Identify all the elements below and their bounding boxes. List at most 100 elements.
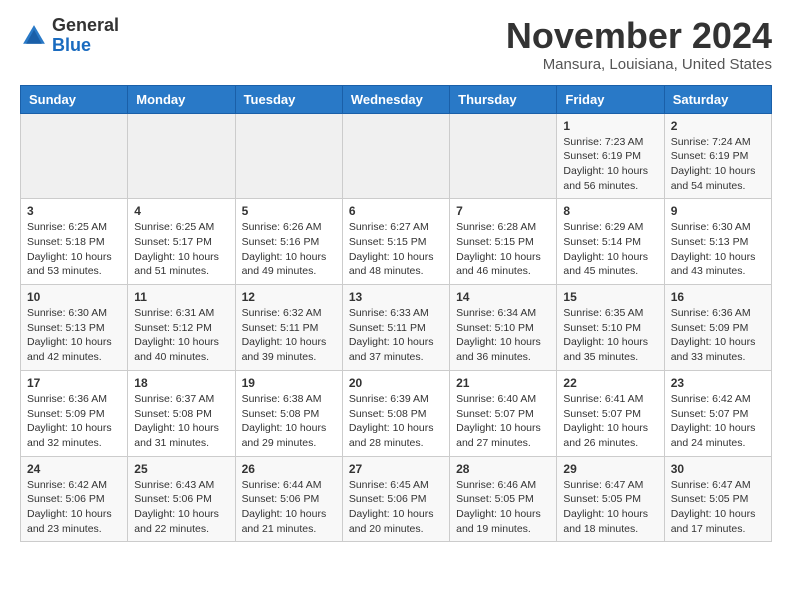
- day-number: 17: [27, 376, 121, 390]
- calendar-cell: [21, 113, 128, 199]
- day-number: 7: [456, 204, 550, 218]
- day-number: 4: [134, 204, 228, 218]
- day-info: Sunrise: 6:38 AM Sunset: 5:08 PM Dayligh…: [242, 392, 336, 451]
- calendar-cell: 25Sunrise: 6:43 AM Sunset: 5:06 PM Dayli…: [128, 456, 235, 542]
- day-number: 28: [456, 462, 550, 476]
- day-info: Sunrise: 6:32 AM Sunset: 5:11 PM Dayligh…: [242, 306, 336, 365]
- location: Mansura, Louisiana, United States: [506, 56, 772, 73]
- calendar-header-monday: Monday: [128, 85, 235, 113]
- logo-icon: [20, 22, 48, 50]
- day-info: Sunrise: 6:29 AM Sunset: 5:14 PM Dayligh…: [563, 220, 657, 279]
- calendar-cell: 9Sunrise: 6:30 AM Sunset: 5:13 PM Daylig…: [664, 199, 771, 285]
- day-number: 13: [349, 290, 443, 304]
- day-info: Sunrise: 6:44 AM Sunset: 5:06 PM Dayligh…: [242, 478, 336, 537]
- day-info: Sunrise: 6:27 AM Sunset: 5:15 PM Dayligh…: [349, 220, 443, 279]
- calendar-cell: 12 Sunrise: 6:32 AM Sunset: 5:11 PM Dayli…: [235, 285, 342, 371]
- calendar-header-friday: Friday: [557, 85, 664, 113]
- day-number: 14: [456, 290, 550, 304]
- calendar-cell: 18 Sunrise: 6:37 AM Sunset: 5:08 PM Dayli…: [128, 370, 235, 456]
- day-info: Sunrise: 7:24 AM Sunset: 6:19 PM Dayligh…: [671, 135, 765, 194]
- calendar-cell: 5Sunrise: 6:26 AM Sunset: 5:16 PM Daylig…: [235, 199, 342, 285]
- calendar-cell: [450, 113, 557, 199]
- day-number: 15: [563, 290, 657, 304]
- day-number: 21: [456, 376, 550, 390]
- calendar-cell: 7Sunrise: 6:28 AM Sunset: 5:15 PM Daylig…: [450, 199, 557, 285]
- calendar-cell: 13Sunrise: 6:33 AM Sunset: 5:11 PM Dayli…: [342, 285, 449, 371]
- day-number: 8: [563, 204, 657, 218]
- month-title: November 2024: [506, 16, 772, 56]
- title-section: November 2024 Mansura, Louisiana, United…: [506, 16, 772, 73]
- logo-blue: Blue: [52, 36, 119, 56]
- calendar-cell: 23 Sunrise: 6:42 AM Sunset: 5:07 PM Dayli…: [664, 370, 771, 456]
- day-number: 18: [134, 376, 228, 390]
- day-number: 29: [563, 462, 657, 476]
- day-info: Sunrise: 6:25 AM Sunset: 5:18 PM Dayligh…: [27, 220, 121, 279]
- day-number: 30: [671, 462, 765, 476]
- calendar-cell: 11 Sunrise: 6:31 AM Sunset: 5:12 PM Dayli…: [128, 285, 235, 371]
- header: General Blue November 2024 Mansura, Loui…: [20, 16, 772, 73]
- day-number: 26: [242, 462, 336, 476]
- calendar-week-0: 1 Sunrise: 7:23 AM Sunset: 6:19 PM Daylig…: [21, 113, 772, 199]
- day-number: 1: [563, 119, 657, 133]
- day-info: Sunrise: 6:42 AM Sunset: 5:06 PM Dayligh…: [27, 478, 121, 537]
- day-number: 3: [27, 204, 121, 218]
- calendar-cell: 22 Sunrise: 6:41 AM Sunset: 5:07 PM Dayli…: [557, 370, 664, 456]
- day-info: Sunrise: 6:42 AM Sunset: 5:07 PM Dayligh…: [671, 392, 765, 451]
- calendar-header-saturday: Saturday: [664, 85, 771, 113]
- day-number: 20: [349, 376, 443, 390]
- calendar-cell: [235, 113, 342, 199]
- day-info: Sunrise: 6:25 AM Sunset: 5:17 PM Dayligh…: [134, 220, 228, 279]
- calendar-week-3: 17 Sunrise: 6:36 AM Sunset: 5:09 PM Dayli…: [21, 370, 772, 456]
- day-info: Sunrise: 6:45 AM Sunset: 5:06 PM Dayligh…: [349, 478, 443, 537]
- day-number: 5: [242, 204, 336, 218]
- day-info: Sunrise: 6:36 AM Sunset: 5:09 PM Dayligh…: [671, 306, 765, 365]
- day-info: Sunrise: 6:39 AM Sunset: 5:08 PM Dayligh…: [349, 392, 443, 451]
- calendar-cell: 2 Sunrise: 7:24 AM Sunset: 6:19 PM Daylig…: [664, 113, 771, 199]
- calendar-cell: 1 Sunrise: 7:23 AM Sunset: 6:19 PM Daylig…: [557, 113, 664, 199]
- day-info: Sunrise: 6:35 AM Sunset: 5:10 PM Dayligh…: [563, 306, 657, 365]
- calendar-cell: 8 Sunrise: 6:29 AM Sunset: 5:14 PM Daylig…: [557, 199, 664, 285]
- day-info: Sunrise: 6:46 AM Sunset: 5:05 PM Dayligh…: [456, 478, 550, 537]
- calendar-cell: 17 Sunrise: 6:36 AM Sunset: 5:09 PM Dayli…: [21, 370, 128, 456]
- day-number: 23: [671, 376, 765, 390]
- calendar-cell: 15 Sunrise: 6:35 AM Sunset: 5:10 PM Dayli…: [557, 285, 664, 371]
- calendar-cell: 26 Sunrise: 6:44 AM Sunset: 5:06 PM Dayli…: [235, 456, 342, 542]
- day-info: Sunrise: 6:31 AM Sunset: 5:12 PM Dayligh…: [134, 306, 228, 365]
- calendar-cell: 6Sunrise: 6:27 AM Sunset: 5:15 PM Daylig…: [342, 199, 449, 285]
- calendar-header-tuesday: Tuesday: [235, 85, 342, 113]
- calendar-week-4: 24 Sunrise: 6:42 AM Sunset: 5:06 PM Dayli…: [21, 456, 772, 542]
- day-number: 24: [27, 462, 121, 476]
- calendar-week-2: 10 Sunrise: 6:30 AM Sunset: 5:13 PM Dayli…: [21, 285, 772, 371]
- logo-text: General Blue: [52, 16, 119, 56]
- day-number: 22: [563, 376, 657, 390]
- day-info: Sunrise: 6:37 AM Sunset: 5:08 PM Dayligh…: [134, 392, 228, 451]
- day-number: 19: [242, 376, 336, 390]
- day-info: Sunrise: 6:34 AM Sunset: 5:10 PM Dayligh…: [456, 306, 550, 365]
- day-info: Sunrise: 7:23 AM Sunset: 6:19 PM Dayligh…: [563, 135, 657, 194]
- day-number: 12: [242, 290, 336, 304]
- calendar-cell: 14 Sunrise: 6:34 AM Sunset: 5:10 PM Dayli…: [450, 285, 557, 371]
- calendar-cell: 28 Sunrise: 6:46 AM Sunset: 5:05 PM Dayli…: [450, 456, 557, 542]
- day-info: Sunrise: 6:36 AM Sunset: 5:09 PM Dayligh…: [27, 392, 121, 451]
- day-info: Sunrise: 6:30 AM Sunset: 5:13 PM Dayligh…: [27, 306, 121, 365]
- calendar-cell: [342, 113, 449, 199]
- calendar-cell: 4 Sunrise: 6:25 AM Sunset: 5:17 PM Daylig…: [128, 199, 235, 285]
- calendar-week-1: 3 Sunrise: 6:25 AM Sunset: 5:18 PM Daylig…: [21, 199, 772, 285]
- day-number: 11: [134, 290, 228, 304]
- day-number: 10: [27, 290, 121, 304]
- calendar-cell: 27Sunrise: 6:45 AM Sunset: 5:06 PM Dayli…: [342, 456, 449, 542]
- calendar-cell: 29Sunrise: 6:47 AM Sunset: 5:05 PM Dayli…: [557, 456, 664, 542]
- calendar-cell: 3 Sunrise: 6:25 AM Sunset: 5:18 PM Daylig…: [21, 199, 128, 285]
- calendar-cell: 19 Sunrise: 6:38 AM Sunset: 5:08 PM Dayli…: [235, 370, 342, 456]
- page: General Blue November 2024 Mansura, Loui…: [0, 0, 792, 562]
- calendar-header-thursday: Thursday: [450, 85, 557, 113]
- day-number: 9: [671, 204, 765, 218]
- day-info: Sunrise: 6:41 AM Sunset: 5:07 PM Dayligh…: [563, 392, 657, 451]
- calendar-header-row: SundayMondayTuesdayWednesdayThursdayFrid…: [21, 85, 772, 113]
- calendar-cell: [128, 113, 235, 199]
- day-info: Sunrise: 6:40 AM Sunset: 5:07 PM Dayligh…: [456, 392, 550, 451]
- calendar: SundayMondayTuesdayWednesdayThursdayFrid…: [20, 85, 772, 543]
- logo-general: General: [52, 16, 119, 36]
- logo: General Blue: [20, 16, 119, 56]
- day-number: 2: [671, 119, 765, 133]
